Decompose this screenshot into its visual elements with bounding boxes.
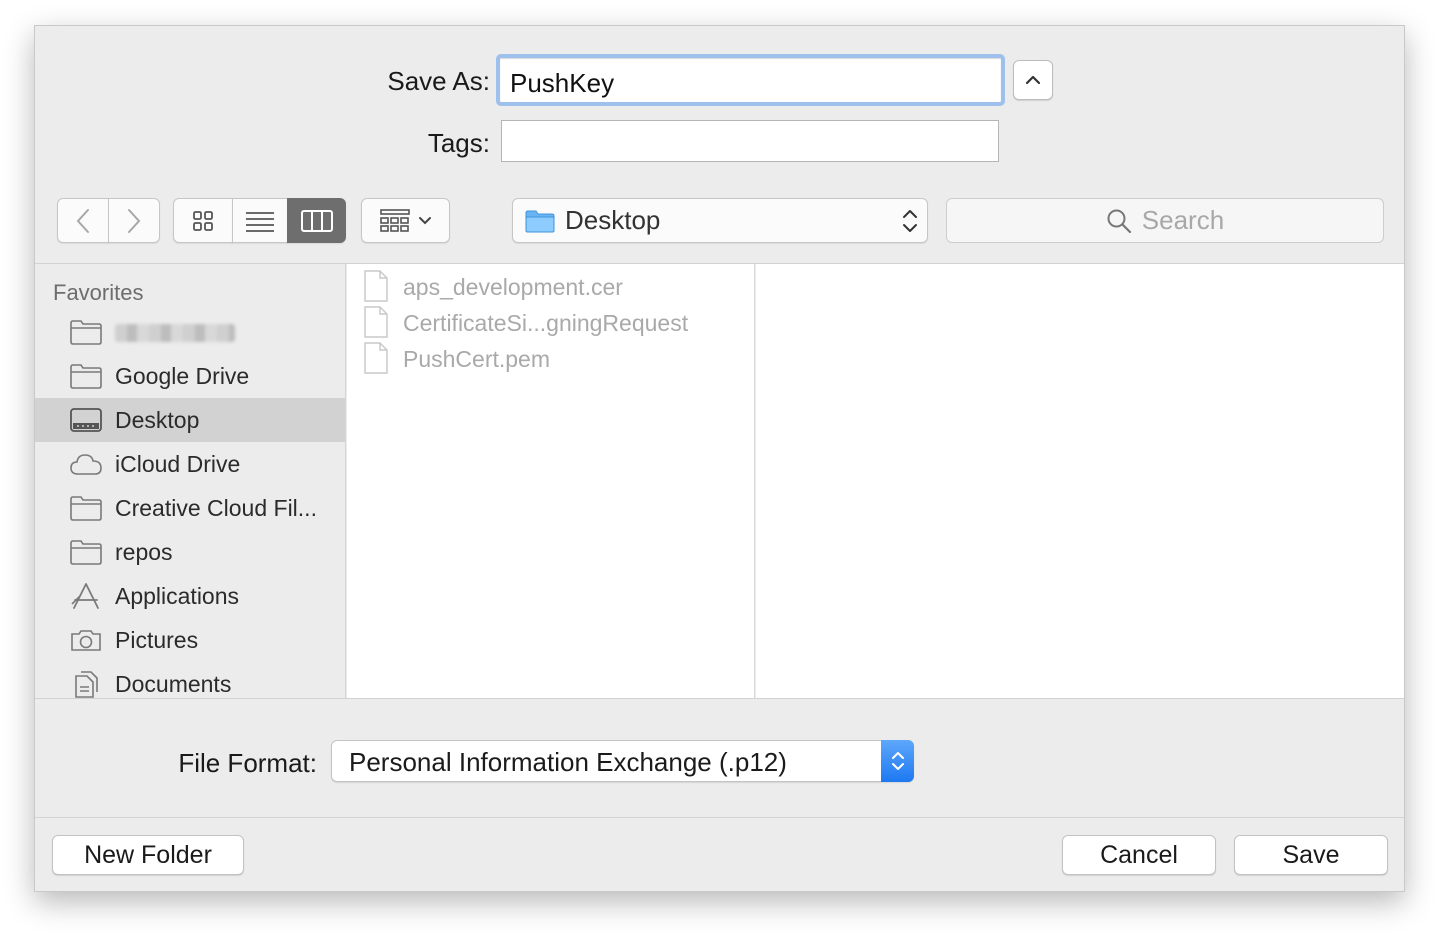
desktop-icon <box>70 408 102 432</box>
column-view-button[interactable] <box>287 198 346 243</box>
document-icon <box>364 270 388 302</box>
new-folder-button[interactable]: New Folder <box>52 835 244 875</box>
folder-icon <box>525 210 555 232</box>
back-button[interactable] <box>57 198 109 243</box>
sidebar-item-label: Google Drive <box>115 363 250 389</box>
preview-column <box>756 264 1404 698</box>
folder-icon <box>70 496 102 521</box>
sidebar-item-creative-cloud[interactable]: Creative Cloud Fil... <box>35 486 345 530</box>
columns-icon <box>300 209 333 232</box>
cloud-icon <box>70 454 102 475</box>
sidebar-item-applications[interactable]: Applications <box>35 574 345 618</box>
sidebar-item-pictures[interactable]: Pictures <box>35 618 345 662</box>
up-down-arrows-icon <box>891 752 904 770</box>
cancel-button[interactable]: Cancel <box>1062 835 1216 875</box>
documents-icon <box>75 671 98 698</box>
search-placeholder: Search <box>1141 205 1225 235</box>
save-button[interactable]: Save <box>1234 835 1388 875</box>
sidebar-item-google-drive[interactable]: Google Drive <box>35 354 345 398</box>
tags-label: Tags: <box>427 128 490 158</box>
location-label: Desktop <box>565 205 661 235</box>
location-popup[interactable]: Desktop <box>512 198 928 243</box>
sidebar-item-redacted[interactable] <box>35 310 345 354</box>
sidebar-item-label: Pictures <box>115 627 199 653</box>
list-view-button[interactable] <box>232 198 288 243</box>
sidebar-item-label: Applications <box>115 583 240 609</box>
search-icon <box>1107 209 1131 233</box>
save-as-label: Save As: <box>387 66 490 96</box>
file-name: PushCert.pem <box>403 346 551 372</box>
sidebar-item-label: repos <box>115 539 173 565</box>
sidebar-item-label: iCloud Drive <box>115 451 241 477</box>
file-name: CertificateSi...gningRequest <box>403 310 689 336</box>
file-format-value: Personal Information Exchange (.p12) <box>349 747 787 777</box>
file-format-label: File Format: <box>178 748 317 778</box>
folder-icon <box>70 320 102 345</box>
document-icon <box>364 342 388 374</box>
save-as-input[interactable] <box>500 58 1001 102</box>
file-browser: Favorites Google Drive Desktop iCloud Dr… <box>35 263 1404 699</box>
sidebar-item-label: Documents <box>115 671 232 697</box>
file-format-popup[interactable]: Personal Information Exchange (.p12) <box>331 740 914 782</box>
expand-dialog-button[interactable] <box>1013 60 1053 100</box>
document-icon <box>364 306 388 338</box>
save-dialog: Save As: Tags: <box>34 25 1405 892</box>
icon-view-button[interactable] <box>173 198 233 243</box>
up-down-arrows-icon <box>903 210 917 232</box>
file-row: CertificateSi...gningRequest <box>347 304 755 340</box>
applications-icon <box>71 583 99 609</box>
camera-icon <box>71 630 101 651</box>
chevron-up-icon <box>1025 75 1041 85</box>
chevron-down-icon <box>418 216 431 224</box>
group-grid-icon <box>379 208 410 232</box>
sidebar-item-repos[interactable]: repos <box>35 530 345 574</box>
folder-icon <box>70 364 102 389</box>
save-as-field-wrapper <box>496 54 1005 106</box>
sidebar: Favorites Google Drive Desktop iCloud Dr… <box>35 264 346 698</box>
bottom-divider <box>35 817 1404 818</box>
file-column: aps_development.cer CertificateSi...gnin… <box>347 264 755 698</box>
tags-input[interactable] <box>502 121 998 161</box>
file-name: aps_development.cer <box>403 274 623 300</box>
arrange-button[interactable] <box>361 198 450 243</box>
sidebar-item-desktop[interactable]: Desktop <box>35 398 345 442</box>
chevron-right-icon <box>128 208 141 233</box>
grid-icon <box>193 210 213 231</box>
forward-button[interactable] <box>108 198 160 243</box>
chevron-left-icon <box>76 208 89 233</box>
file-row: PushCert.pem <box>347 340 755 376</box>
file-row: aps_development.cer <box>347 268 755 304</box>
list-icon <box>246 211 274 232</box>
search-field[interactable]: Search <box>946 198 1384 243</box>
file-format-stepper <box>881 740 914 782</box>
sidebar-heading-favorites: Favorites <box>53 280 144 305</box>
sidebar-item-icloud-drive[interactable]: iCloud Drive <box>35 442 345 486</box>
sidebar-item-label: Desktop <box>115 407 200 433</box>
tags-field-wrapper <box>501 120 999 162</box>
sidebar-item-documents[interactable]: Documents <box>35 662 345 706</box>
sidebar-item-label: Creative Cloud Fil... <box>115 495 317 521</box>
folder-icon <box>70 540 102 565</box>
redacted-label <box>115 324 235 342</box>
